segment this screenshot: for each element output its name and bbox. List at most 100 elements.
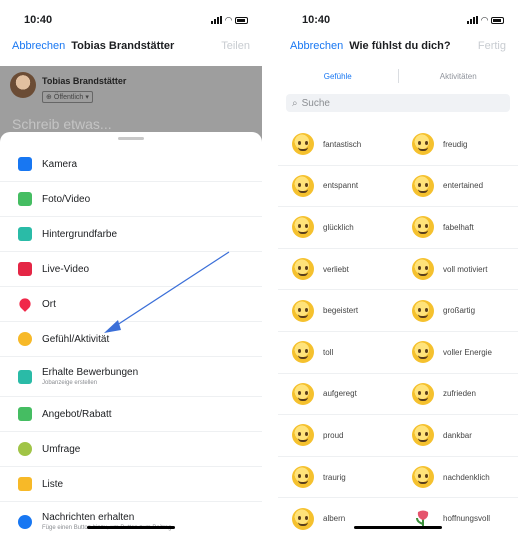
share-button[interactable]: Teilen xyxy=(221,40,250,52)
feeling-option[interactable]: hoffnungsvoll xyxy=(398,498,518,536)
feeling-label: verliebt xyxy=(323,264,349,274)
cancel-button[interactable]: Abbrechen xyxy=(12,40,65,52)
feeling-option[interactable]: glücklich xyxy=(278,207,398,248)
author-name: Tobias Brandstätter xyxy=(42,76,127,86)
poll-icon xyxy=(18,442,32,456)
nav-bar: Abbrechen Tobias Brandstätter Teilen xyxy=(0,34,262,58)
feelings-row: aufgeregt zufrieden xyxy=(278,374,518,416)
feelings-row: begeistert großartig xyxy=(278,290,518,332)
options-sheet: Kamera Foto/Video Hintergrundfarbe Live-Vid… xyxy=(0,132,262,536)
options-list: Kamera Foto/Video Hintergrundfarbe Live-Vid… xyxy=(0,147,262,536)
feeling-option[interactable]: zufrieden xyxy=(398,374,518,415)
smiley-emoji-icon xyxy=(412,133,434,156)
smiley-emoji-icon xyxy=(292,466,314,489)
avatar xyxy=(10,72,36,98)
home-indicator[interactable] xyxy=(87,526,175,529)
menu-item-poll[interactable]: Umfrage xyxy=(0,432,262,467)
smiley-emoji-icon xyxy=(412,299,434,322)
feeling-label: dankbar xyxy=(443,430,472,440)
home-indicator[interactable] xyxy=(354,526,442,529)
status-time: 10:40 xyxy=(302,14,331,26)
wifi-icon: ◠ xyxy=(225,14,232,25)
feeling-option[interactable]: fantastisch xyxy=(278,124,398,165)
left-phone-screen: 10:40 ◠ Abbrechen Tobias Brandstätter Te… xyxy=(0,0,262,536)
photo-icon xyxy=(18,192,32,206)
feeling-label: albern xyxy=(323,514,346,524)
feeling-option[interactable]: voller Energie xyxy=(398,332,518,373)
menu-item-list[interactable]: Liste xyxy=(0,467,262,502)
feelings-row: albern hoffnungsvoll xyxy=(278,498,518,536)
status-time: 10:40 xyxy=(24,14,53,26)
menu-item-briefcase[interactable]: Erhalte Bewerbungen Jobanzeige erstellen xyxy=(0,357,262,397)
menu-item-camera[interactable]: Kamera xyxy=(0,147,262,182)
sheet-grabber[interactable] xyxy=(118,137,144,140)
feeling-option[interactable]: traurig xyxy=(278,457,398,498)
menu-item-label: Umfrage xyxy=(42,443,81,455)
smiley-emoji-icon xyxy=(292,507,314,530)
menu-item-live-video[interactable]: Live-Video xyxy=(0,252,262,287)
menu-item-label: Foto/Video xyxy=(42,193,91,205)
right-phone-screen: 10:40 ◠ Abbrechen Wie fühlst du dich? Fe… xyxy=(278,0,518,536)
smiley-emoji-icon xyxy=(292,341,314,364)
feeling-option[interactable]: entertained xyxy=(398,166,518,207)
feeling-label: entertained xyxy=(443,181,484,191)
feelings-row: glücklich fabelhaft xyxy=(278,207,518,249)
cancel-button[interactable]: Abbrechen xyxy=(290,40,343,52)
wifi-icon: ◠ xyxy=(481,14,488,25)
done-button[interactable]: Fertig xyxy=(478,40,506,52)
feeling-option[interactable]: entspannt xyxy=(278,166,398,207)
menu-item-label: Hintergrundfarbe xyxy=(42,228,118,240)
feeling-option[interactable]: großartig xyxy=(398,290,518,331)
feelings-row: traurig nachdenklich xyxy=(278,457,518,499)
menu-item-tag[interactable]: Angebot/Rabatt xyxy=(0,397,262,432)
menu-item-label: Liste xyxy=(42,478,64,490)
search-input[interactable]: ⌕ Suche xyxy=(286,94,510,112)
privacy-selector[interactable]: ⊕ Öffentlich ▾ xyxy=(42,91,93,103)
feeling-option[interactable]: nachdenklich xyxy=(398,457,518,498)
feeling-label: voller Energie xyxy=(443,347,492,357)
feelings-row: verliebt voll motiviert xyxy=(278,249,518,291)
tab-feelings[interactable]: Gefühle xyxy=(278,72,398,81)
feeling-option[interactable]: begeistert xyxy=(278,290,398,331)
feeling-option[interactable]: albern xyxy=(278,498,398,536)
privacy-label: Öffentlich xyxy=(53,93,84,101)
menu-item-label: Kamera xyxy=(42,158,78,170)
author-row: Tobias Brandstätter ⊕ Öffentlich ▾ xyxy=(0,66,262,110)
status-icons: ◠ xyxy=(467,15,504,26)
messenger-icon xyxy=(18,514,32,529)
tab-activities[interactable]: Aktivitäten xyxy=(399,72,518,81)
menu-item-location-pin[interactable]: Ort xyxy=(0,287,262,322)
feeling-label: voll motiviert xyxy=(443,264,488,274)
feeling-option[interactable]: toll xyxy=(278,332,398,373)
smiley-emoji-icon xyxy=(292,299,314,322)
battery-icon xyxy=(235,16,248,24)
feeling-label: aufgeregt xyxy=(323,389,357,399)
feeling-icon xyxy=(18,332,32,346)
feeling-option[interactable]: aufgeregt xyxy=(278,374,398,415)
menu-item-photo[interactable]: Foto/Video xyxy=(0,182,262,217)
feeling-label: freudig xyxy=(443,139,468,149)
feeling-option[interactable]: dankbar xyxy=(398,415,518,456)
nav-title: Wie fühlst du dich? xyxy=(349,40,451,52)
location-pin-icon xyxy=(17,296,33,312)
feeling-label: proud xyxy=(323,430,344,440)
menu-item-feeling[interactable]: Gefühl/Aktivität xyxy=(0,322,262,357)
feeling-option[interactable]: fabelhaft xyxy=(398,207,518,248)
feeling-option[interactable]: voll motiviert xyxy=(398,249,518,290)
menu-item-sublabel: Jobanzeige erstellen xyxy=(42,380,98,386)
nav-bar: Abbrechen Wie fühlst du dich? Fertig xyxy=(278,34,518,58)
feeling-label: fantastisch xyxy=(323,139,362,149)
status-bar: 10:40 ◠ xyxy=(0,0,262,34)
smiley-emoji-icon xyxy=(412,424,434,447)
feeling-option[interactable]: proud xyxy=(278,415,398,456)
tab-bar: Gefühle Aktivitäten xyxy=(278,62,518,90)
menu-item-messenger[interactable]: Nachrichten erhaltenFüge einen Button hi… xyxy=(0,502,262,536)
briefcase-icon xyxy=(18,369,32,384)
feeling-option[interactable]: freudig xyxy=(398,124,518,165)
smiley-emoji-icon xyxy=(292,133,314,156)
smiley-emoji-icon xyxy=(412,341,434,364)
menu-item-aa[interactable]: Hintergrundfarbe xyxy=(0,217,262,252)
feeling-option[interactable]: verliebt xyxy=(278,249,398,290)
signal-icon xyxy=(211,16,223,24)
smiley-emoji-icon xyxy=(412,382,434,405)
